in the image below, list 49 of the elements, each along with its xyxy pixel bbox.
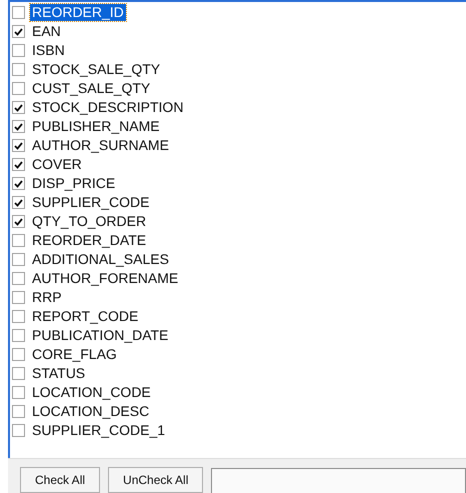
checkbox[interactable] (12, 63, 25, 76)
checkbox[interactable] (12, 215, 25, 228)
field-label[interactable]: RRP (30, 289, 64, 306)
checkbox[interactable] (12, 424, 25, 437)
checkbox[interactable] (12, 310, 25, 323)
checkbox[interactable] (12, 291, 25, 304)
checkbox[interactable] (12, 158, 25, 171)
field-label[interactable]: QTY_TO_ORDER (30, 213, 148, 230)
field-label[interactable]: EAN (30, 23, 63, 40)
input-field[interactable] (211, 468, 466, 493)
field-label[interactable]: LOCATION_DESC (30, 403, 152, 420)
checkbox[interactable] (12, 329, 25, 342)
checkbox[interactable] (12, 272, 25, 285)
checkbox[interactable] (12, 139, 25, 152)
checkbox[interactable] (12, 44, 25, 57)
check-all-button[interactable]: Check All (20, 467, 100, 493)
checkbox[interactable] (12, 25, 25, 38)
field-label[interactable]: CORE_FLAG (30, 346, 119, 363)
field-label[interactable]: STOCK_SALE_QTY (30, 61, 162, 78)
field-label[interactable]: STATUS (30, 365, 88, 382)
field-label[interactable]: DISP_PRICE (30, 175, 118, 192)
uncheck-all-button[interactable]: UnCheck All (108, 467, 204, 493)
checkbox[interactable] (12, 253, 25, 266)
checkbox[interactable] (12, 386, 25, 399)
field-label[interactable]: CUST_SALE_QTY (30, 80, 152, 97)
field-label[interactable]: ADDITIONAL_SALES (30, 251, 171, 268)
checkbox[interactable] (12, 234, 25, 247)
field-label[interactable]: REORDER_ID (30, 4, 126, 21)
field-label[interactable]: PUBLISHER_NAME (30, 118, 162, 135)
checkbox[interactable] (12, 196, 25, 209)
checkbox[interactable] (12, 120, 25, 133)
field-label[interactable]: SUPPLIER_CODE (30, 194, 152, 211)
checkbox[interactable] (12, 82, 25, 95)
checkbox[interactable] (12, 367, 25, 380)
field-label[interactable]: SUPPLIER_CODE_1 (30, 422, 168, 439)
checkbox[interactable] (12, 101, 25, 114)
field-label[interactable]: REPORT_CODE (30, 308, 140, 325)
checkbox[interactable] (12, 348, 25, 361)
checkbox[interactable] (12, 6, 25, 19)
field-label[interactable]: PUBLICATION_DATE (30, 327, 170, 344)
field-label[interactable]: COVER (30, 156, 84, 173)
field-label[interactable]: AUTHOR_SURNAME (30, 137, 171, 154)
checkbox[interactable] (12, 177, 25, 190)
field-label[interactable]: STOCK_DESCRIPTION (30, 99, 186, 116)
field-label[interactable]: REORDER_DATE (30, 232, 148, 249)
field-label[interactable]: ISBN (30, 42, 67, 59)
field-label[interactable]: LOCATION_CODE (30, 384, 153, 401)
checkbox[interactable] (12, 405, 25, 418)
field-label[interactable]: AUTHOR_FORENAME (30, 270, 180, 287)
